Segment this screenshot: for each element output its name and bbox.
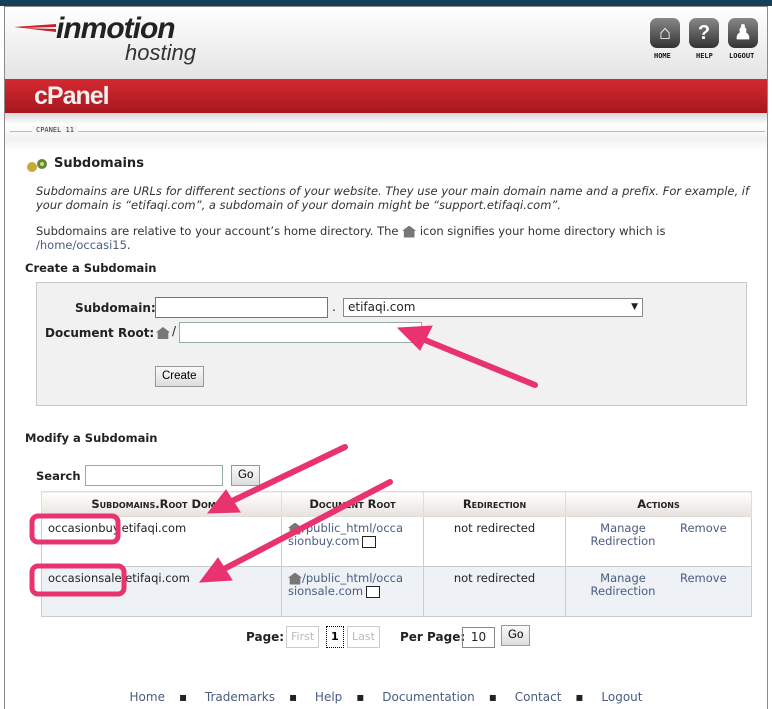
current-page[interactable]: 1 — [326, 626, 344, 648]
last-page-button[interactable]: Last — [347, 626, 380, 648]
search-input[interactable] — [85, 465, 223, 486]
domain-select[interactable]: etifaqi.com ▼ — [343, 298, 643, 317]
col-redirection[interactable]: Redirection — [423, 491, 566, 517]
help-icon[interactable]: ? — [689, 18, 719, 48]
docroot-input[interactable] — [179, 322, 422, 343]
subdomain-label: Subdomain: — [75, 301, 156, 315]
version-label: CPANEL 11 — [32, 126, 78, 134]
footer-documentation[interactable]: Documentation — [382, 690, 475, 704]
remove-link[interactable]: Remove — [680, 571, 727, 585]
user-icon[interactable]: ♟ — [728, 18, 758, 48]
per-page-go-button[interactable]: Go — [501, 625, 531, 646]
search-go-button[interactable]: Go — [231, 465, 261, 486]
redirection-cell: not redirected — [423, 516, 566, 567]
subdomains-icon — [25, 158, 49, 172]
docroot-link-cont[interactable]: sionsale.com — [288, 584, 363, 598]
logout-link[interactable]: LOGOUT — [729, 52, 754, 60]
docroot-cell: /public_html/occa sionbuy.com — [281, 516, 424, 567]
edit-icon[interactable] — [362, 535, 377, 548]
divider — [10, 131, 765, 132]
col-domain[interactable]: Subdomains.Root Domain — [41, 491, 282, 517]
subdomain-input[interactable] — [155, 297, 328, 318]
docroot-prefix: / — [172, 324, 177, 338]
logo-hosting: hosting — [125, 40, 196, 65]
domain-cell: occasionbuy.etifaqi.com — [41, 516, 282, 567]
col-actions: Actions — [565, 491, 752, 517]
footer-trademarks[interactable]: Trademarks — [205, 690, 275, 704]
docroot-cell: /public_html/occa sionsale.com — [281, 566, 424, 617]
subdomains-table: Subdomains.Root Domain Document Root Red… — [41, 491, 752, 617]
remove-link[interactable]: Remove — [680, 521, 727, 535]
edit-icon[interactable] — [366, 585, 381, 598]
redirection-cell: not redirected — [423, 566, 566, 617]
home-icon — [288, 572, 302, 585]
period: . — [126, 238, 131, 252]
footer-help[interactable]: Help — [315, 690, 342, 704]
page-label: Page: — [246, 630, 285, 644]
home-note-post: icon signifies your home directory which… — [419, 224, 666, 238]
first-page-button[interactable]: First — [286, 626, 320, 648]
search-label: Search — [36, 469, 81, 483]
col-docroot[interactable]: Document Root — [281, 491, 424, 517]
home-link[interactable]: HOME — [654, 52, 671, 60]
home-icon[interactable]: ⌂ — [650, 18, 680, 48]
domain-cell: occasionsale.etifaqi.com — [41, 566, 282, 617]
domain-selected: etifaqi.com — [348, 300, 416, 314]
logo-swoosh-icon — [14, 24, 56, 32]
table-header: Subdomains.Root Domain Document Root Red… — [41, 491, 752, 517]
footer-contact[interactable]: Contact — [515, 690, 562, 704]
page-title: Subdomains — [54, 156, 144, 171]
home-note-pre: Subdomains are relative to your account’… — [36, 224, 399, 238]
footer: Home ▪ Trademarks ▪ Help ▪ Documentation ▪ C… — [129, 690, 643, 704]
dot-separator: . — [332, 300, 336, 314]
home-icon — [288, 522, 302, 535]
footer-home[interactable]: Home — [130, 690, 165, 704]
home-dir: /home/occasi15 — [36, 238, 127, 252]
home-icon — [402, 225, 417, 238]
per-page-label: Per Page: — [400, 630, 466, 644]
docroot-link[interactable]: /public_html/occa — [302, 571, 403, 585]
per-page-input[interactable]: 10 — [462, 627, 495, 648]
intro-text: Subdomains are URLs for different sectio… — [36, 184, 750, 212]
docroot-link-cont[interactable]: sionbuy.com — [288, 534, 359, 548]
modify-heading: Modify a Subdomain — [25, 431, 158, 445]
create-heading: Create a Subdomain — [25, 261, 157, 275]
table-row: occasionsale.etifaqi.com /public_html/oc… — [41, 566, 752, 617]
home-note: Subdomains are relative to your account’… — [36, 224, 756, 252]
docroot-label: Document Root: — [45, 326, 155, 340]
grey-band — [5, 113, 767, 151]
chevron-down-icon: ▼ — [631, 302, 638, 312]
manage-redirection-link[interactable]: Manage Redirection — [578, 572, 668, 598]
actions-cell: Manage Redirection Remove — [565, 516, 752, 567]
brand-band — [5, 79, 767, 113]
docroot-link[interactable]: /public_html/occa — [302, 521, 403, 535]
actions-cell: Manage Redirection Remove — [565, 566, 752, 617]
cpanel-logo: cPanel — [34, 82, 110, 110]
manage-redirection-link[interactable]: Manage Redirection — [578, 522, 668, 548]
help-link[interactable]: HELP — [696, 52, 713, 60]
footer-logout[interactable]: Logout — [601, 690, 642, 704]
create-button[interactable]: Create — [155, 366, 204, 387]
table-row: occasionbuy.etifaqi.com /public_html/occ… — [41, 516, 752, 567]
